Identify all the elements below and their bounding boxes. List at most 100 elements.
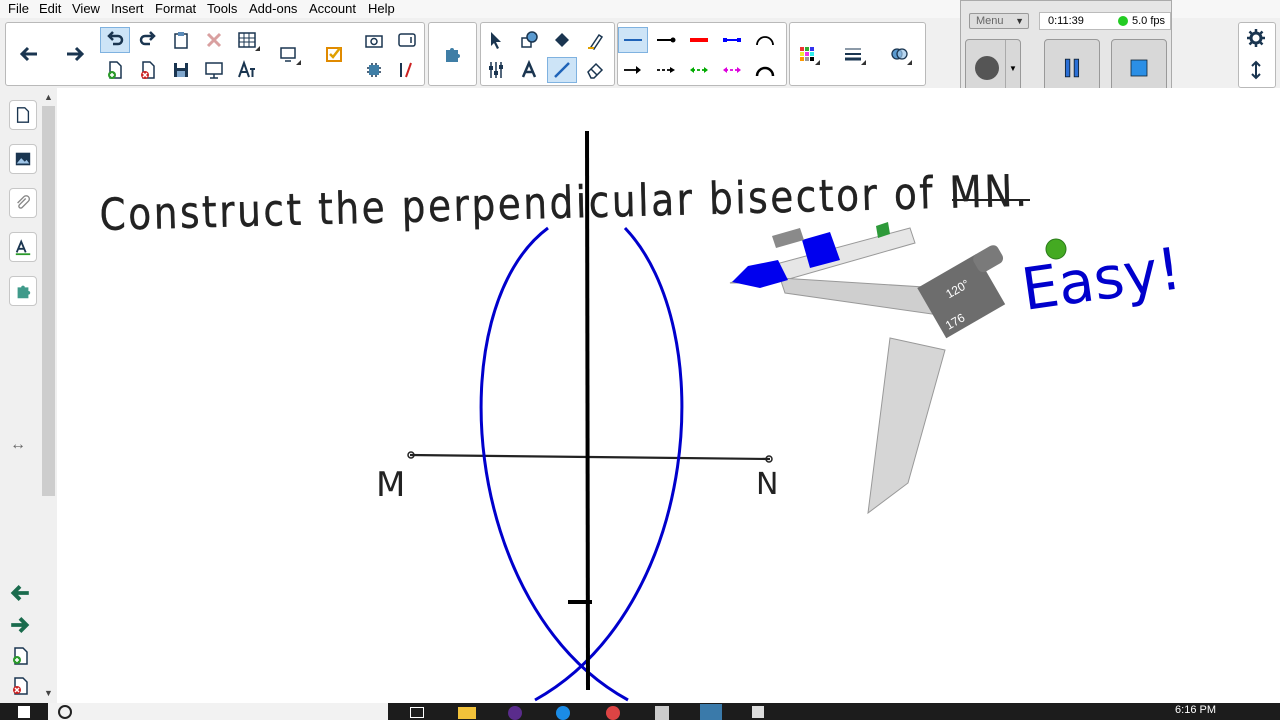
scroll-up-icon[interactable]: ▲ — [44, 92, 53, 102]
redo-icon — [139, 31, 156, 46]
redo-button[interactable] — [133, 27, 163, 53]
menu-tools[interactable]: Tools — [207, 1, 237, 17]
menu-format[interactable]: Format — [155, 1, 196, 17]
menu-insert[interactable]: Insert — [111, 1, 144, 17]
sidebar-delete-page-button[interactable] — [10, 676, 30, 699]
line-style-arrow[interactable] — [618, 57, 648, 83]
addons-panel-button[interactable] — [9, 276, 37, 306]
toolbar-position-button[interactable] — [1241, 57, 1271, 83]
menu-file[interactable]: File — [8, 1, 29, 17]
compass-tool[interactable]: 120° 176 — [729, 222, 1067, 515]
record-circle-icon — [975, 56, 999, 80]
dropdown-corner-icon — [255, 46, 260, 51]
whiteboard-app-icon[interactable] — [700, 704, 722, 720]
palette-icon — [800, 47, 814, 61]
text-recognition-button[interactable] — [232, 57, 262, 83]
properties-tool-button[interactable] — [481, 57, 511, 83]
checkbox-icon — [326, 47, 342, 62]
toolbar-group-main — [5, 22, 425, 86]
delete-button[interactable] — [199, 27, 229, 53]
start-icon[interactable] — [18, 706, 30, 718]
menu-account[interactable]: Account — [309, 1, 356, 17]
select-tool-button[interactable] — [481, 27, 511, 53]
line-style-red[interactable] — [684, 27, 714, 53]
line-width-button[interactable] — [838, 41, 868, 67]
add-page-icon — [108, 61, 122, 79]
fill-tool-button[interactable] — [547, 27, 577, 53]
settings-button[interactable] — [1241, 25, 1271, 51]
save-button[interactable] — [166, 57, 196, 83]
recorder-menu-dropdown[interactable]: Menu ▼ — [969, 13, 1029, 29]
app-icon[interactable] — [655, 706, 669, 720]
chrome-icon[interactable] — [606, 706, 620, 720]
pen-tool-button[interactable] — [547, 57, 577, 83]
table-icon — [238, 32, 256, 48]
line-style-arc[interactable] — [750, 27, 780, 53]
add-page-icon — [13, 647, 28, 665]
text-tool-button[interactable] — [514, 57, 544, 83]
recorder-app-icon[interactable] — [752, 706, 764, 718]
image-gallery-icon — [15, 152, 31, 166]
assessment-button[interactable] — [319, 41, 349, 67]
scroll-down-icon[interactable]: ▼ — [44, 688, 53, 698]
line-style-dot-end[interactable] — [651, 27, 681, 53]
menu-view[interactable]: View — [72, 1, 100, 17]
color-palette-button[interactable] — [792, 41, 822, 67]
properties-panel-button[interactable] — [9, 232, 37, 262]
next-page-button[interactable] — [60, 41, 90, 67]
scroll-thumb[interactable] — [42, 106, 55, 496]
task-view-icon[interactable] — [410, 707, 424, 718]
resize-sidebar-handle[interactable]: ↔ — [10, 436, 26, 454]
whiteboard-canvas[interactable]: Construct the perpendicular bisector of … — [40, 88, 1280, 703]
sidebar-next-page-button[interactable] — [9, 614, 31, 639]
math-tools-button[interactable] — [392, 57, 422, 83]
magenta-double-arrow-icon — [723, 67, 741, 73]
line-style-magenta-double-arrow[interactable] — [717, 57, 747, 83]
text-ai-icon — [238, 60, 255, 78]
file-explorer-icon[interactable] — [458, 707, 476, 719]
line-style-arc-thick[interactable] — [750, 57, 780, 83]
cursor-icon — [491, 32, 501, 49]
vertical-scrollbar[interactable]: ▲ ▼ — [40, 88, 57, 703]
edge-icon[interactable] — [556, 706, 570, 720]
transparency-button[interactable] — [884, 41, 914, 67]
addons-button[interactable] — [437, 41, 467, 67]
screen-shade-button[interactable] — [199, 57, 229, 83]
previous-page-button[interactable] — [14, 41, 44, 67]
search-box[interactable] — [48, 703, 388, 720]
windows-taskbar: 6:16 PM — [0, 703, 1280, 720]
green-double-arrow-icon — [690, 67, 708, 73]
menu-edit[interactable]: Edit — [39, 1, 61, 17]
camera-button[interactable] — [359, 27, 389, 53]
sidebar-prev-page-button[interactable] — [9, 582, 31, 607]
shapes-tool-button[interactable] — [514, 27, 544, 53]
menu-help[interactable]: Help — [368, 1, 395, 17]
manipulatives-button[interactable] — [359, 57, 389, 83]
eraser-icon — [587, 62, 604, 79]
screen-capture-button[interactable] — [273, 41, 303, 67]
sidebar-add-page-button[interactable] — [10, 646, 30, 669]
label-n: N — [756, 467, 778, 502]
recorder-menu-label: Menu — [976, 15, 1004, 27]
record-screen-button[interactable] — [392, 27, 422, 53]
gallery-button[interactable] — [9, 144, 37, 174]
recorder-timer-box: 0:11:39 5.0 fps — [1039, 12, 1171, 30]
undo-button[interactable] — [100, 27, 130, 53]
perpendicular-bisector-line — [585, 130, 590, 691]
menu-addons[interactable]: Add-ons — [249, 1, 297, 17]
pause-icon — [1064, 58, 1080, 78]
line-style-solid-blue[interactable] — [618, 27, 648, 53]
browser-icon[interactable] — [508, 706, 522, 720]
delete-page-button[interactable] — [133, 57, 163, 83]
paste-button[interactable] — [166, 27, 196, 53]
attachments-button[interactable] — [9, 188, 37, 218]
line-style-dashed-arrow[interactable] — [651, 57, 681, 83]
page-sorter-button[interactable] — [9, 100, 37, 130]
compass-rotate-knob[interactable] — [1045, 238, 1067, 260]
insert-table-button[interactable] — [232, 27, 262, 53]
line-style-blue-segment[interactable] — [717, 27, 747, 53]
eraser-tool-button[interactable] — [580, 57, 610, 83]
highlighter-tool-button[interactable] — [580, 27, 610, 53]
new-page-button[interactable] — [100, 57, 130, 83]
line-style-green-double-arrow[interactable] — [684, 57, 714, 83]
